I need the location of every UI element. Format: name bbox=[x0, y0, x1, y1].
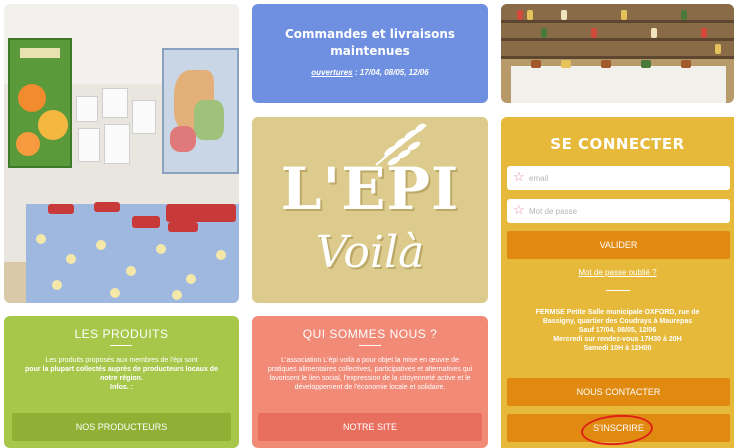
photo-jar bbox=[621, 10, 627, 20]
photo-shelves bbox=[501, 4, 734, 103]
photo-shelf-row bbox=[501, 56, 734, 59]
photo-tray bbox=[132, 216, 160, 228]
photo-jar bbox=[561, 10, 567, 20]
news-card: Commandes et livraisons maintenues ouver… bbox=[252, 4, 488, 103]
about-card: QUI SOMMES NOUS ? L'association L'épi vo… bbox=[252, 316, 488, 448]
forgot-password-link[interactable]: Mot de passe oublié ? bbox=[501, 268, 734, 277]
email-field[interactable]: ☆ bbox=[507, 166, 730, 190]
about-title: QUI SOMMES NOUS ? bbox=[302, 327, 438, 341]
photo-tray bbox=[168, 222, 198, 232]
address-line: Bassigny, quartier des Coudrays à Maurep… bbox=[542, 318, 693, 325]
star-icon: ☆ bbox=[513, 169, 525, 184]
products-divider bbox=[110, 345, 132, 346]
email-input[interactable] bbox=[529, 166, 725, 190]
photo-jar bbox=[591, 28, 597, 38]
news-dates-value: : 17/04, 08/05, 12/06 bbox=[352, 68, 429, 77]
products-text: Les produits proposés aux membres de l'é… bbox=[20, 356, 223, 392]
logo-card: L'EPI Voilà bbox=[252, 117, 488, 303]
photo-jar bbox=[651, 28, 657, 38]
products-card: LES PRODUITS Les produits proposés aux m… bbox=[4, 316, 239, 448]
site-button[interactable]: NOTRE SITE bbox=[258, 413, 482, 441]
photo-floor bbox=[4, 262, 26, 303]
photo-jar bbox=[715, 44, 721, 54]
photo-classroom bbox=[4, 4, 239, 303]
login-title: SE CONNECTER bbox=[550, 135, 685, 153]
photo-jar bbox=[701, 28, 707, 38]
about-divider bbox=[359, 345, 381, 346]
news-dates-label[interactable]: ouvertures bbox=[311, 68, 352, 77]
photo-paper bbox=[76, 96, 98, 122]
photo-poster-food bbox=[8, 38, 72, 168]
photo-paper bbox=[132, 100, 156, 134]
logo-sub-text: Voilà bbox=[315, 227, 425, 278]
photo-tray bbox=[48, 204, 74, 214]
products-title: LES PRODUITS bbox=[74, 327, 169, 341]
photo-jar bbox=[517, 10, 523, 20]
products-text-intro: Les produits proposés aux membres de l'é… bbox=[45, 357, 198, 364]
photo-jar bbox=[527, 10, 533, 20]
star-icon: ☆ bbox=[513, 202, 525, 217]
login-divider bbox=[606, 290, 630, 291]
photo-jar bbox=[541, 28, 547, 38]
photo-display-table bbox=[511, 60, 726, 103]
photo-paper bbox=[78, 128, 100, 162]
producers-button[interactable]: NOS PRODUCTEURS bbox=[12, 413, 231, 441]
photo-paper bbox=[104, 124, 130, 164]
photo-poster-map bbox=[162, 48, 239, 174]
login-panel: SE CONNECTER ☆ ☆ VALIDER Mot de passe ou… bbox=[501, 117, 734, 448]
address-line: FERMSE Petite Salle municipale OXFORD, r… bbox=[535, 309, 700, 316]
photo-shelf-row bbox=[501, 38, 734, 41]
password-input[interactable] bbox=[529, 199, 725, 223]
photo-shelf-row bbox=[501, 20, 734, 23]
logo-main-text: L'EPI bbox=[280, 155, 460, 223]
photo-tray bbox=[94, 202, 120, 212]
address-line: Samedi 10H à 12H00 bbox=[583, 345, 652, 352]
validate-button[interactable]: VALIDER bbox=[507, 231, 730, 259]
photo-tray bbox=[166, 204, 236, 222]
about-text: L'association L'épi voilà a pour objet l… bbox=[267, 357, 473, 391]
address-block: FERMSE Petite Salle municipale OXFORD, r… bbox=[515, 308, 720, 353]
news-title: Commandes et livraisons maintenues bbox=[284, 27, 456, 58]
photo-jar bbox=[681, 10, 687, 20]
address-line: Mercredi sur rendez-vous 17H30 à 20H bbox=[553, 336, 682, 343]
news-dates: ouvertures : 17/04, 08/05, 12/06 bbox=[262, 68, 478, 77]
products-text-infos[interactable]: Infos. : bbox=[110, 384, 133, 391]
address-line: Sauf 17/04, 08/05, 12/06 bbox=[578, 327, 657, 334]
photo-shelf-back bbox=[501, 4, 734, 59]
password-field[interactable]: ☆ bbox=[507, 199, 730, 223]
contact-button[interactable]: NOUS CONTACTER bbox=[507, 378, 730, 406]
products-text-bold: pour la plupart collectés auprès de prod… bbox=[25, 366, 218, 382]
photo-paper bbox=[102, 88, 128, 118]
